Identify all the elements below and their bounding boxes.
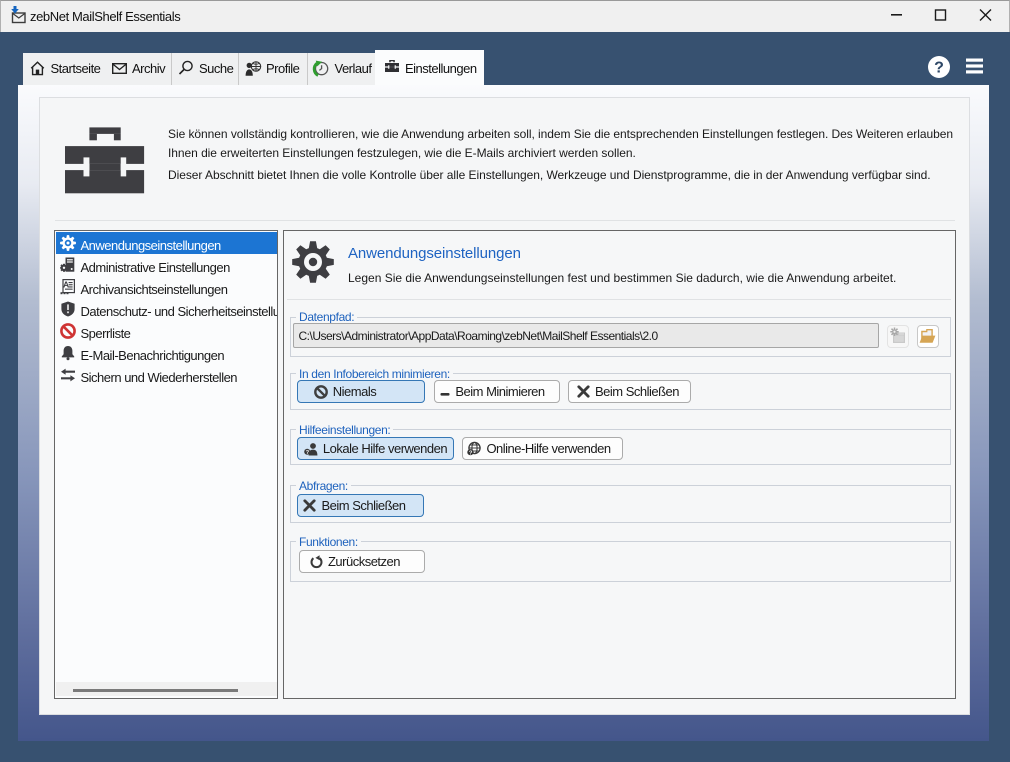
svg-text:A: A xyxy=(63,280,69,290)
svg-text:?: ? xyxy=(934,60,944,77)
